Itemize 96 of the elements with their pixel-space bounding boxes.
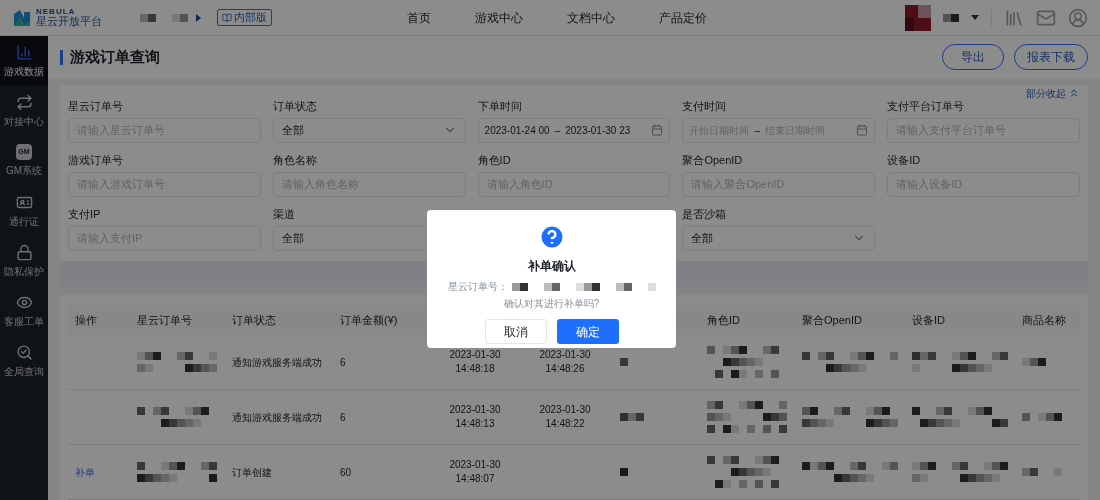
- nav-link[interactable]: 文档中心: [567, 8, 615, 27]
- field-label: 设备ID: [887, 152, 921, 167]
- calendar-icon: [856, 124, 869, 137]
- field-label: 支付平台订单号: [887, 98, 965, 113]
- field-label: 下单时间: [477, 98, 522, 113]
- user-icon[interactable]: [1068, 7, 1088, 28]
- field-label: 聚合OpenID: [682, 152, 743, 167]
- sidebar-item[interactable]: 客服工单: [0, 286, 48, 336]
- start-date: 2023-01-24 00: [484, 123, 550, 138]
- sidebar-item[interactable]: 通行证: [0, 186, 48, 236]
- table-cell-text: 60: [339, 465, 353, 480]
- sidebar-label: GM系统: [5, 164, 43, 178]
- table-cell-text: 订单创建: [231, 465, 273, 480]
- caret-right-icon: [196, 13, 201, 22]
- redacted-mosaic: [1022, 413, 1062, 421]
- column-header: 设备ID: [911, 312, 946, 328]
- redacted-mosaic: [1022, 468, 1062, 476]
- end-date: 2023-01-30 23: [565, 123, 631, 138]
- column-header: 星云订单号: [136, 312, 193, 328]
- table-cell-text: 6: [339, 410, 347, 425]
- sidebar-item[interactable]: 隐私保护: [0, 236, 48, 286]
- sidebar-item[interactable]: 游戏数据: [0, 36, 48, 86]
- date-range-field[interactable]: 2023-01-24 00 – 2023-01-30 23: [477, 117, 671, 143]
- table-cell: 2023-01-30: [539, 403, 591, 417]
- redacted-mosaic: [620, 358, 628, 366]
- redacted-mosaic: [140, 13, 188, 22]
- table-cell-text: 通知游戏服务端成功: [231, 355, 323, 370]
- sidebar-label: 对接中心: [4, 114, 44, 129]
- table-cell-text: 6: [339, 355, 347, 370]
- search-icon: [15, 343, 33, 361]
- page-title: 游戏订单查询: [70, 47, 160, 68]
- range-separator: –: [554, 123, 561, 138]
- logo-wordmark: NEBULA: [36, 8, 77, 16]
- cancel-button[interactable]: 取消: [484, 319, 547, 344]
- nav-link[interactable]: 首页: [407, 8, 431, 27]
- sidebar-label: 客服工单: [4, 314, 44, 329]
- table-cell: 14:48:26: [545, 362, 585, 376]
- sidebar-label: 全局查询: [4, 364, 44, 379]
- column-header: 订单金额(¥): [339, 312, 399, 328]
- field-label: 星云订单号: [68, 98, 123, 113]
- chart-icon: [15, 43, 33, 61]
- sidebar-item[interactable]: 全局查询: [0, 336, 48, 386]
- field-label: 角色名称: [272, 152, 317, 167]
- sidebar-label: 游戏数据: [4, 64, 44, 79]
- redacted-mosaic: [707, 456, 779, 488]
- column-header: 角色ID: [706, 312, 741, 328]
- table-cell: 14:48:07: [455, 472, 495, 486]
- confirm-button[interactable]: 确定: [556, 319, 619, 344]
- field-label: 游戏订单号: [68, 152, 123, 167]
- table-cell: 14:48:18: [455, 362, 495, 376]
- redacted-mosaic: [137, 407, 209, 427]
- range-separator: –: [754, 123, 760, 138]
- redacted-mosaic: [1022, 358, 1046, 366]
- sidebar-item[interactable]: 对接中心: [0, 86, 48, 136]
- table-cell: 2023-01-30: [449, 458, 501, 472]
- logo-title: 星云开放平台: [36, 16, 102, 27]
- field-label: 订单状态: [272, 98, 317, 113]
- redacted-mosaic: [620, 468, 628, 476]
- lock-icon: [15, 243, 33, 261]
- book-icon: [222, 12, 232, 23]
- chevrons-up-icon: [1068, 87, 1080, 100]
- table-cell: 14:48:22: [545, 417, 585, 431]
- select-field[interactable]: 全部: [682, 225, 876, 251]
- field-label: 角色ID: [477, 152, 511, 167]
- dialog-title: 补单确认: [527, 258, 576, 275]
- redacted-mosaic: [943, 13, 959, 22]
- column-header: 订单状态: [231, 312, 277, 328]
- avatar-mosaic: [905, 4, 931, 31]
- exchange-icon: [15, 93, 33, 111]
- nav-link[interactable]: 游戏中心: [475, 8, 523, 27]
- collapse-link[interactable]: 部分收起: [1026, 85, 1080, 101]
- table-cell: 2023-01-30: [539, 348, 591, 362]
- sidebar-label: 隐私保护: [4, 264, 44, 279]
- table-cell: 2023-01-30: [449, 348, 501, 362]
- field-label: 是否沙箱: [682, 206, 727, 221]
- calendar-icon: [651, 124, 664, 137]
- field-label: 渠道: [272, 206, 295, 221]
- dialog-message: 确认对其进行补单吗?: [503, 297, 600, 311]
- table-cell: 14:48:13: [455, 417, 495, 431]
- sidebar-label: 通行证: [9, 214, 39, 229]
- redacted-mosaic: [707, 346, 779, 378]
- order-label: 星云订单号：: [447, 280, 508, 294]
- column-header: 操作: [74, 312, 98, 328]
- edition-badge: 内部版: [217, 9, 272, 26]
- nav-link[interactable]: 产品定价: [659, 8, 707, 27]
- redacted-mosaic: [620, 413, 644, 421]
- field-label: 支付时间: [682, 98, 727, 113]
- caret-down-icon[interactable]: [971, 15, 979, 20]
- reorder-link[interactable]: 补单: [75, 466, 95, 478]
- table-cell: 2023-01-30: [449, 403, 501, 417]
- column-header: 商品名称: [1021, 312, 1067, 328]
- select-field[interactable]: 全部: [272, 117, 466, 143]
- column-header: 聚合OpenID: [801, 312, 863, 328]
- field-label: 支付IP: [68, 206, 101, 221]
- logo-icon: [12, 7, 32, 28]
- table-cell-text: 通知游戏服务端成功: [231, 410, 323, 425]
